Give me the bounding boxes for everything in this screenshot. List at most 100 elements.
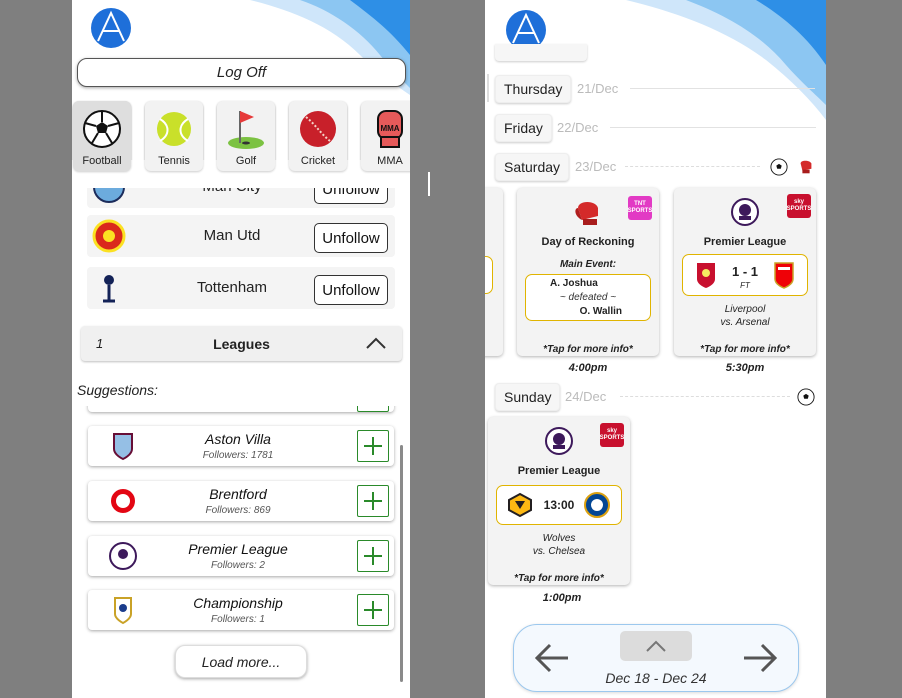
event-title: Day of Reckoning — [541, 236, 635, 248]
week-range-label: Dec 18 - Dec 24 — [605, 670, 707, 686]
event-card-premier-league[interactable]: sky SPORTS Premier League 13:00 Wolves v… — [488, 417, 630, 585]
svg-text:MMA: MMA — [380, 124, 399, 133]
event-time: 1:00pm — [542, 592, 582, 604]
event-time: 4:00pm — [568, 362, 608, 374]
event-score-box — [485, 256, 493, 294]
follow-plus-button[interactable] — [357, 540, 389, 572]
cricket-ball-icon — [300, 111, 336, 147]
event-card-boxing[interactable]: TNT SPORTS Day of Reckoning Main Event: … — [517, 188, 659, 356]
unfollow-button[interactable]: Unfollow — [314, 275, 388, 305]
suggestion-followers: Followers: 869 — [205, 505, 271, 516]
log-off-button[interactable]: Log Off — [77, 58, 406, 87]
suggestion-name: Premier League — [188, 541, 288, 557]
tap-for-info-hint: *Tap for more info* — [700, 344, 790, 355]
follow-plus-button[interactable] — [357, 430, 389, 462]
scrollbar[interactable] — [400, 445, 403, 682]
sport-tab-label: Tennis — [158, 155, 190, 167]
suggestion-row[interactable]: Brentford Followers: 869 — [88, 481, 394, 521]
day-date: 22/Dec — [557, 120, 599, 135]
sport-tab-label: Football — [82, 155, 122, 167]
header-wave — [626, 0, 826, 120]
sport-tab-label: MMA — [377, 155, 403, 167]
suggestion-row[interactable]: Championship Followers: 1 — [88, 590, 394, 630]
sport-tab-tennis-overlay[interactable]: Tennis — [145, 101, 203, 171]
match-team-2: vs. Arsenal — [720, 317, 770, 328]
chevron-up-icon — [646, 640, 666, 652]
followed-team-row: Tottenham Unfollow — [87, 267, 395, 309]
day-separator — [620, 396, 790, 398]
team-name: Tottenham — [196, 279, 268, 296]
suggestion-row[interactable]: Aston Villa Followers: 1781 — [88, 426, 394, 466]
sport-tab-football-overlay[interactable]: Football — [73, 101, 131, 171]
football-icon — [797, 388, 815, 406]
broadcaster-badge: sky SPORTS — [787, 194, 811, 218]
arsenal-crest-icon — [774, 262, 794, 289]
suggestions-heading: Suggestions: — [77, 382, 158, 398]
event-card-premier-league[interactable]: sky SPORTS Premier League 1 - 1 FT Liver… — [674, 188, 816, 356]
championship-crest-icon — [114, 597, 132, 625]
team-name: Man Utd — [203, 227, 261, 244]
boxing-glove-icon — [800, 160, 812, 174]
scroll-edge — [487, 74, 489, 102]
left-phone-screen: Log Off Football Tennis Golf Cricket MMA… — [72, 0, 410, 698]
arrow-right-icon[interactable] — [742, 643, 778, 673]
golf-flag-icon — [228, 111, 264, 149]
fight-result-box: A. Joshua ~ defeated ~ O. Wallin — [525, 274, 651, 321]
suggestion-row[interactable]: Premier League Followers: 2 — [88, 536, 394, 576]
suggestion-name: Aston Villa — [205, 431, 271, 447]
day-label-saturday: Saturday — [495, 153, 570, 181]
boxing-glove-icon: MMA — [377, 110, 403, 148]
premier-league-logo-icon — [545, 427, 573, 455]
match-team-1: Wolves — [542, 533, 576, 544]
day-date: 24/Dec — [565, 389, 607, 404]
day-separator — [625, 166, 760, 168]
premier-league-logo-icon — [731, 198, 759, 226]
day-label-thursday: Thursday — [495, 75, 572, 103]
week-navigator: Dec 18 - Dec 24 — [513, 624, 799, 692]
event-time: 5:30pm — [725, 362, 765, 374]
day-date: 23/Dec — [575, 159, 617, 174]
app-logo — [91, 8, 131, 48]
arrow-left-icon[interactable] — [534, 643, 570, 673]
match-kickoff-box: 13:00 — [496, 485, 622, 525]
day-separator — [630, 88, 815, 89]
load-more-button[interactable]: Load more... — [175, 645, 307, 678]
man-utd-crest-icon — [92, 219, 126, 253]
expand-calendar-button[interactable] — [620, 631, 692, 661]
football-icon — [83, 110, 121, 148]
chevron-up-icon[interactable] — [365, 336, 387, 350]
football-icon — [770, 158, 788, 176]
text-cursor — [428, 172, 430, 196]
fighter-2: O. Wallin — [579, 306, 622, 317]
event-title: Premier League — [703, 236, 787, 248]
leagues-section-header[interactable]: 1 Leagues — [81, 326, 402, 361]
sport-tab-label: Golf — [235, 155, 257, 167]
tennis-ball-icon — [157, 112, 191, 146]
event-card-partial[interactable] — [485, 188, 503, 356]
unfollow-button[interactable]: Unfollow — [314, 223, 388, 253]
aston-villa-crest-icon — [113, 433, 133, 461]
chelsea-crest-icon — [584, 492, 610, 518]
premier-league-crest-icon — [109, 542, 137, 570]
day-label-friday: Friday — [495, 114, 552, 142]
suggestion-name: Championship — [193, 595, 283, 611]
fighter-1: A. Joshua — [550, 278, 598, 289]
tap-for-info-hint: *Tap for more info* — [514, 573, 604, 584]
sport-tab-golf-overlay[interactable]: Golf — [217, 101, 275, 171]
followed-team-row: Man Utd Unfollow — [87, 215, 395, 257]
sport-tab-mma-overlay[interactable]: MMA MMA — [361, 101, 410, 171]
main-event-label: Main Event: — [559, 259, 617, 270]
broadcaster-badge: sky SPORTS — [600, 423, 624, 447]
brentford-crest-icon — [109, 487, 137, 515]
suggestion-followers: Followers: 1 — [211, 614, 265, 625]
tap-for-info-hint: *Tap for more info* — [543, 344, 633, 355]
suggestion-name: Brentford — [209, 486, 267, 502]
match-team-2: vs. Chelsea — [532, 546, 586, 557]
day-separator — [610, 127, 816, 128]
previous-day-tab-partial — [495, 44, 587, 61]
leagues-label: Leagues — [213, 336, 270, 352]
day-date: 21/Dec — [577, 81, 619, 96]
sport-tab-cricket-overlay[interactable]: Cricket — [289, 101, 347, 171]
follow-plus-button[interactable] — [357, 485, 389, 517]
follow-plus-button[interactable] — [357, 594, 389, 626]
